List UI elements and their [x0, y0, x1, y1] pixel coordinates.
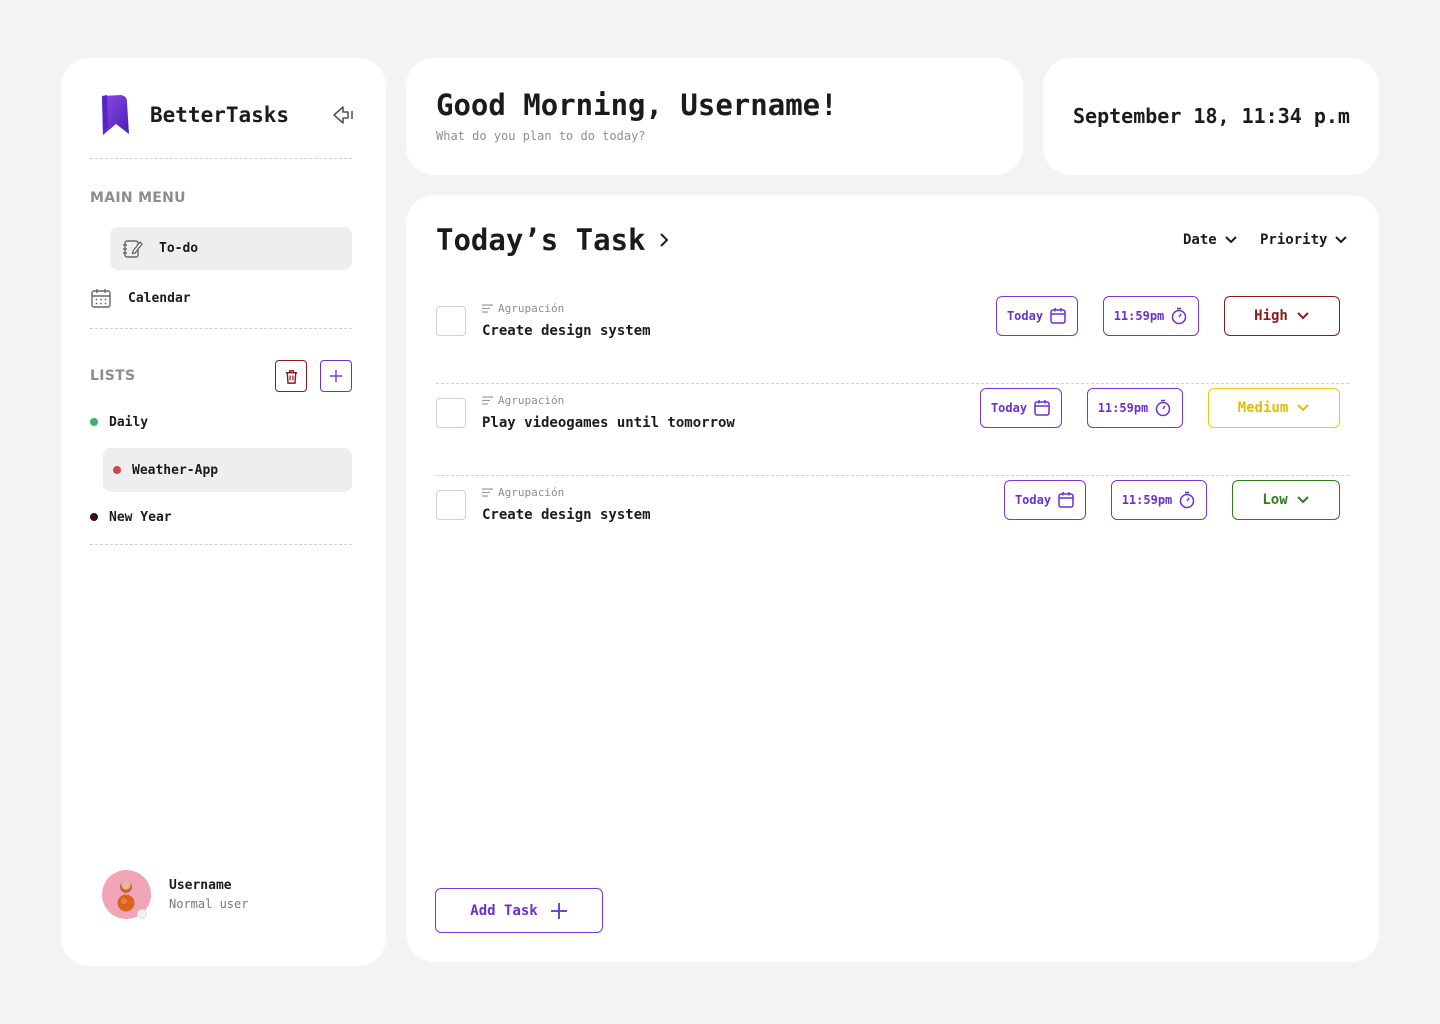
task-row: Agrupación Create design system Today 11… [436, 292, 1349, 384]
priority-filter-dropdown[interactable]: Priority [1260, 232, 1348, 248]
list-item-new-year[interactable]: New Year [90, 506, 352, 528]
task-group: Agrupación [482, 302, 564, 315]
list-color-dot [90, 513, 98, 521]
task-time: 11:59pm [1097, 401, 1149, 415]
lines-icon [482, 304, 493, 313]
delete-list-button[interactable] [275, 360, 307, 392]
task-name: Play videogames until tomorrow [482, 415, 735, 431]
priority-dropdown[interactable]: High [1224, 296, 1340, 336]
chevron-down-icon [1296, 496, 1309, 504]
priority-dropdown[interactable]: Medium [1208, 388, 1340, 428]
main-menu-title: MAIN MENU [90, 190, 186, 206]
priority-label: Low [1262, 492, 1288, 508]
plus-icon [329, 369, 343, 383]
date-filter-dropdown[interactable]: Date [1183, 232, 1238, 248]
avatar [102, 870, 151, 919]
greeting-title: Good Morning, Username! [436, 88, 838, 122]
add-task-button[interactable]: Add Task [435, 888, 603, 933]
chevron-down-icon [1225, 236, 1237, 244]
plus-icon [550, 902, 567, 919]
list-color-dot [113, 466, 121, 474]
task-group-label: Agrupación [498, 302, 565, 315]
task-checkbox[interactable] [436, 306, 466, 336]
datetime-card: September 18, 11:34 p.m [1043, 58, 1379, 175]
sidebar-item-label: To-do [159, 241, 199, 256]
greeting-subtitle: What do you plan to do today? [436, 129, 646, 143]
list-label: Daily [109, 414, 149, 430]
chevron-down-icon [1335, 236, 1348, 244]
tasks-title-link[interactable]: Today’s Task [436, 223, 670, 257]
lines-icon [482, 488, 493, 497]
task-group-label: Agrupación [498, 394, 565, 407]
lines-icon [482, 396, 493, 405]
lists-title: LISTS [90, 368, 136, 384]
divider [90, 158, 352, 159]
filter-label: Priority [1260, 232, 1328, 248]
task-checkbox[interactable] [436, 398, 466, 428]
list-item-weather-app[interactable]: Weather-App [103, 448, 352, 492]
task-time-button[interactable]: 11:59pm [1111, 480, 1207, 520]
calendar-icon [91, 289, 111, 308]
tasks-title: Today’s Task [436, 223, 646, 257]
priority-dropdown[interactable]: Low [1232, 480, 1340, 520]
task-date: Today [1006, 309, 1044, 323]
task-time-button[interactable]: 11:59pm [1087, 388, 1183, 428]
task-time-button[interactable]: 11:59pm [1103, 296, 1199, 336]
brand: BetterTasks [99, 94, 289, 136]
divider [90, 328, 352, 329]
calendar-icon [1058, 492, 1074, 508]
collapse-sidebar-button[interactable] [331, 104, 355, 126]
list-label: New Year [109, 509, 172, 525]
status-indicator [137, 909, 147, 919]
sidebar-item-label: Calendar [128, 290, 191, 306]
bookmark-logo-icon [102, 95, 129, 135]
calendar-icon [1034, 400, 1050, 416]
task-time: 11:59pm [1121, 493, 1173, 507]
list-label: Weather-App [132, 462, 219, 478]
timer-icon [1156, 399, 1171, 417]
chevron-right-icon [659, 233, 668, 247]
task-date-button[interactable]: Today [996, 296, 1078, 336]
task-date: Today [1014, 493, 1052, 507]
task-date: Today [990, 401, 1028, 415]
notebook-edit-icon [123, 239, 143, 258]
timer-icon [1172, 307, 1187, 325]
list-color-dot [90, 418, 98, 426]
user-name: Username [169, 878, 232, 893]
sidebar-item-calendar[interactable]: Calendar [90, 285, 352, 311]
trash-icon [285, 369, 297, 384]
app-name: BetterTasks [150, 103, 290, 127]
collapse-icon [333, 106, 353, 124]
priority-label: Medium [1237, 400, 1289, 416]
list-item-daily[interactable]: Daily [90, 411, 352, 433]
timer-icon [1180, 491, 1195, 509]
task-group: Agrupación [482, 486, 564, 499]
chevron-down-icon [1297, 312, 1309, 320]
user-role: Normal user [169, 897, 249, 911]
task-row: Agrupación Play videogames until tomorro… [436, 384, 1349, 476]
task-row: Agrupación Create design system Today 11… [436, 476, 1349, 568]
task-name: Create design system [482, 323, 651, 339]
greeting-card: Good Morning, Username! What do you plan… [406, 58, 1023, 175]
task-time: 11:59pm [1113, 309, 1165, 323]
task-checkbox[interactable] [436, 490, 466, 520]
sidebar: BetterTasks MAIN MENU To-do Calendar LIS… [61, 58, 386, 966]
task-date-button[interactable]: Today [1004, 480, 1086, 520]
user-profile[interactable]: Username Normal user [102, 870, 248, 919]
add-task-label: Add Task [470, 902, 538, 919]
task-group-label: Agrupación [498, 486, 565, 499]
calendar-icon [1050, 308, 1066, 324]
task-name: Create design system [482, 507, 651, 523]
chevron-down-icon [1297, 404, 1309, 412]
task-date-button[interactable]: Today [980, 388, 1062, 428]
divider [90, 544, 352, 545]
filter-label: Date [1183, 232, 1217, 248]
priority-label: High [1254, 308, 1288, 324]
add-list-button[interactable] [320, 360, 352, 392]
task-group: Agrupación [482, 394, 564, 407]
sidebar-item-todo[interactable]: To-do [110, 227, 352, 270]
current-datetime: September 18, 11:34 p.m [1073, 104, 1350, 128]
tasks-panel: Today’s Task Date Priority Agrupación Cr… [406, 195, 1379, 962]
